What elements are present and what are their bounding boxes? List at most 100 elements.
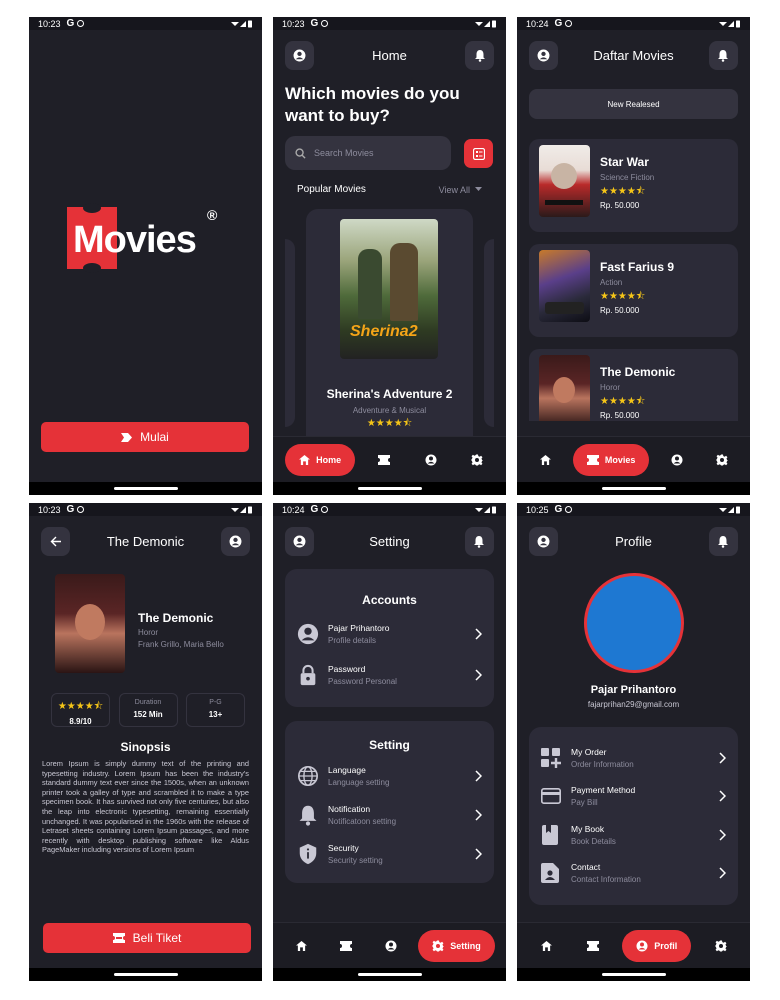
chevron-right-icon: [475, 770, 482, 782]
notification-button[interactable]: [708, 40, 738, 70]
system-nav-bar: [517, 968, 750, 981]
nav-settings[interactable]: [460, 444, 494, 476]
account-icon: [537, 535, 550, 547]
profile-button[interactable]: [285, 40, 314, 70]
sync-icon: [77, 506, 85, 513]
sync-icon: [565, 506, 573, 513]
bell-icon: [299, 805, 317, 826]
notification-button[interactable]: [708, 526, 738, 556]
setting-item-language[interactable]: Language Language setting: [297, 759, 482, 793]
app-logo: Movies ®: [67, 203, 227, 273]
movie-price: Rp. 50.000: [600, 201, 640, 210]
start-button-label: Mulai: [140, 430, 169, 444]
ticket-icon: [121, 432, 133, 442]
signal-battery-icon: [719, 506, 741, 514]
nav-home[interactable]: [528, 444, 562, 476]
google-icon: G: [554, 18, 563, 29]
home-gesture-bar[interactable]: [357, 973, 422, 976]
profile-button[interactable]: [529, 526, 558, 556]
movie-genre: Action: [600, 278, 623, 287]
duration-label: Duration: [134, 699, 162, 706]
movie-card[interactable]: Fast Farius 9 Action ★★★★⯪ Rp. 50.000: [529, 244, 738, 337]
bell-icon: [474, 535, 485, 548]
home-gesture-bar[interactable]: [601, 973, 666, 976]
nav-profile[interactable]: [414, 444, 448, 476]
setting-item-password[interactable]: Password Password Personal: [297, 658, 482, 692]
movie-title: Fast Farius 9: [600, 260, 675, 274]
logo-text: Movies: [73, 219, 197, 261]
nav-movies[interactable]: Movies: [572, 443, 650, 476]
headline-line-1: Which movies do you: [285, 84, 460, 103]
status-time: 10:23: [38, 504, 61, 515]
profile-button[interactable]: [529, 40, 558, 70]
search-input[interactable]: Search Movies: [285, 136, 451, 170]
setting-item-label: Security: [328, 843, 359, 853]
movie-title: The Demonic: [138, 611, 214, 625]
featured-movie-card[interactable]: Sherina2 Sherina's Adventure 2 Adventure…: [306, 209, 473, 449]
movie-price: Rp. 50.000: [600, 306, 640, 315]
nav-home[interactable]: Home: [285, 443, 356, 476]
profile-item-order[interactable]: My Order Order Information: [541, 741, 726, 775]
nav-profile[interactable]: [374, 930, 408, 962]
movie-list: Star War Science Fiction ★★★★⯪ Rp. 50.00…: [529, 139, 738, 421]
account-icon: [297, 623, 319, 645]
tab-new-released[interactable]: New Realesed: [529, 89, 738, 119]
system-nav-bar: [29, 482, 262, 495]
setting-item-security[interactable]: Security Security setting: [297, 837, 482, 871]
home-gesture-bar[interactable]: [113, 487, 178, 490]
nav-movies[interactable]: [329, 930, 363, 962]
nav-profile[interactable]: [660, 444, 694, 476]
profile-button[interactable]: [285, 526, 314, 556]
info-row: ★★★★⯪ 8.9/10 Duration 152 Min P-G 13+: [51, 693, 245, 727]
profile-button[interactable]: [221, 526, 250, 556]
book-icon: [542, 825, 558, 845]
nav-movies[interactable]: [367, 444, 401, 476]
notification-button[interactable]: [464, 526, 494, 556]
setting-item-profile[interactable]: Pajar Prihantoro Profile details: [297, 617, 482, 651]
nav-settings[interactable]: [704, 930, 738, 962]
side-card-left[interactable]: [285, 239, 295, 427]
google-icon: G: [310, 504, 319, 515]
avatar[interactable]: [584, 573, 684, 673]
home-gesture-bar[interactable]: [113, 973, 178, 976]
start-button[interactable]: Mulai: [41, 422, 249, 452]
side-card-right[interactable]: [484, 239, 494, 427]
gear-icon: [715, 940, 727, 951]
nav-movies[interactable]: [576, 930, 610, 962]
nav-home[interactable]: [284, 930, 318, 962]
nav-home[interactable]: [529, 930, 563, 962]
system-nav-bar: [29, 968, 262, 981]
profile-item-sub: Order Information: [571, 760, 634, 769]
home-icon: [299, 454, 311, 465]
bell-icon: [718, 49, 729, 62]
featured-movie-genre: Adventure & Musical: [352, 406, 427, 415]
nav-settings[interactable]: [705, 444, 739, 476]
profile-item-payment[interactable]: Payment Method Pay Bill: [541, 779, 726, 813]
google-icon: G: [66, 504, 75, 515]
filter-button[interactable]: [464, 139, 493, 168]
back-button[interactable]: [41, 526, 70, 556]
top-app-bar: The Demonic: [41, 526, 250, 556]
profile-item-contact[interactable]: Contact Contact Information: [541, 856, 726, 890]
profile-email: fajarprihan29@gmail.com: [587, 700, 680, 709]
view-all-link[interactable]: View All: [439, 185, 482, 195]
movie-card[interactable]: The Demonic Horor ★★★★⯪ Rp. 50.000: [529, 349, 738, 421]
home-gesture-bar[interactable]: [357, 487, 422, 490]
nav-profile[interactable]: Profil: [622, 929, 692, 962]
nav-settings[interactable]: Setting: [418, 929, 495, 962]
movie-detail-screen: 10:23 G The Demonic The Demonic Horor Fr…: [29, 503, 262, 981]
page-title: Setting: [369, 533, 410, 549]
home-screen: 10:23 G Home Which movies do you want to…: [273, 17, 506, 495]
profile-item-book[interactable]: My Book Book Details: [541, 818, 726, 852]
home-gesture-bar[interactable]: [601, 487, 666, 490]
setting-item-notification[interactable]: Notification Notificatoon setting: [297, 798, 482, 832]
movie-poster: [539, 355, 590, 421]
page-title: The Demonic: [106, 533, 185, 549]
home-icon: [539, 454, 551, 465]
profile-menu: My Order Order Information Payment Metho…: [529, 727, 738, 905]
duration-box: Duration 152 Min: [118, 693, 178, 727]
notification-button[interactable]: [465, 40, 494, 70]
movie-card[interactable]: Star War Science Fiction ★★★★⯪ Rp. 50.00…: [529, 139, 738, 232]
buy-ticket-button[interactable]: Beli Tiket: [43, 923, 251, 953]
home-icon: [540, 940, 552, 951]
